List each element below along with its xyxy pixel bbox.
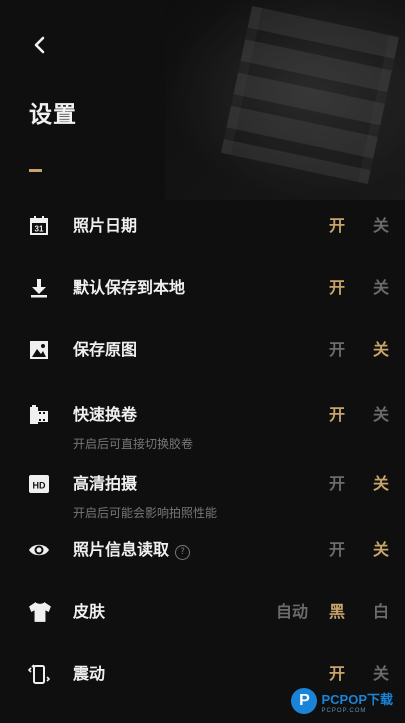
option-black[interactable]: 黑	[329, 601, 345, 623]
vibrate-icon	[28, 664, 50, 684]
option-on[interactable]: 开	[329, 663, 345, 685]
option-auto[interactable]: 自动	[276, 601, 308, 623]
setting-row-hd-capture: HD 高清拍摄 开启后可能会影响拍照性能 开 关	[0, 473, 405, 533]
calendar-icon: 31	[30, 216, 48, 235]
download-icon	[31, 279, 47, 298]
option-off[interactable]: 关	[373, 663, 389, 685]
option-on[interactable]: 开	[329, 215, 345, 237]
chevron-left-icon	[34, 36, 45, 54]
setting-label: 照片日期	[73, 216, 138, 235]
page-title: 设置	[29, 102, 77, 128]
option-on[interactable]: 开	[329, 277, 345, 299]
setting-label-text: 照片信息读取	[73, 540, 170, 559]
setting-label: 默认保存到本地	[73, 278, 186, 297]
film-roll-icon	[30, 405, 48, 424]
film-strip-decoration	[221, 6, 399, 184]
setting-label: 照片信息读取?	[73, 539, 191, 561]
hd-icon: HD	[29, 475, 49, 493]
setting-row-photo-info: 照片信息读取? 开 关	[0, 539, 405, 599]
option-off[interactable]: 关	[373, 404, 389, 426]
help-icon[interactable]: ?	[175, 545, 191, 560]
setting-row-quick-roll: 快速换卷 开启后可直接切换胶卷 开 关	[0, 404, 405, 464]
watermark-title: PCPOP下载	[321, 691, 393, 707]
option-off[interactable]: 关	[373, 339, 389, 361]
option-off[interactable]: 关	[373, 473, 389, 495]
svg-text:HD: HD	[33, 481, 46, 491]
watermark-logo: P	[291, 688, 318, 714]
setting-row-save-original: 保存原图 开 关	[0, 339, 405, 399]
option-on[interactable]: 开	[329, 473, 345, 495]
option-on[interactable]: 开	[329, 339, 345, 361]
eye-icon	[29, 544, 49, 556]
watermark-subtext: PCPOP.COM	[321, 707, 367, 714]
setting-label: 皮肤	[73, 602, 106, 621]
image-icon	[30, 341, 48, 359]
option-off[interactable]: 关	[373, 277, 389, 299]
watermark: P PCPOP下载 PCPOP.COM	[291, 688, 393, 714]
option-white[interactable]: 白	[373, 601, 389, 623]
setting-row-photo-date: 31 照片日期 开 关	[0, 215, 405, 275]
setting-row-save-local: 默认保存到本地 开 关	[0, 277, 405, 337]
setting-row-skin: 皮肤 自动 黑 白	[0, 601, 405, 661]
setting-label: 震动	[73, 664, 106, 683]
setting-description: 开启后可能会影响拍照性能	[73, 506, 218, 520]
setting-label: 快速换卷	[73, 405, 138, 424]
setting-description: 开启后可直接切换胶卷	[73, 437, 194, 451]
tshirt-icon	[29, 602, 51, 622]
option-on[interactable]: 开	[329, 539, 345, 561]
back-button[interactable]	[22, 28, 56, 62]
option-on[interactable]: 开	[329, 404, 345, 426]
setting-label: 高清拍摄	[73, 474, 138, 493]
option-off[interactable]: 关	[373, 215, 389, 237]
setting-label: 保存原图	[73, 340, 138, 359]
watermark-text: PCPOP下载 PCPOP.COM	[321, 689, 393, 714]
svg-text:31: 31	[35, 225, 44, 234]
title-underline	[29, 169, 42, 172]
option-off[interactable]: 关	[373, 539, 389, 561]
